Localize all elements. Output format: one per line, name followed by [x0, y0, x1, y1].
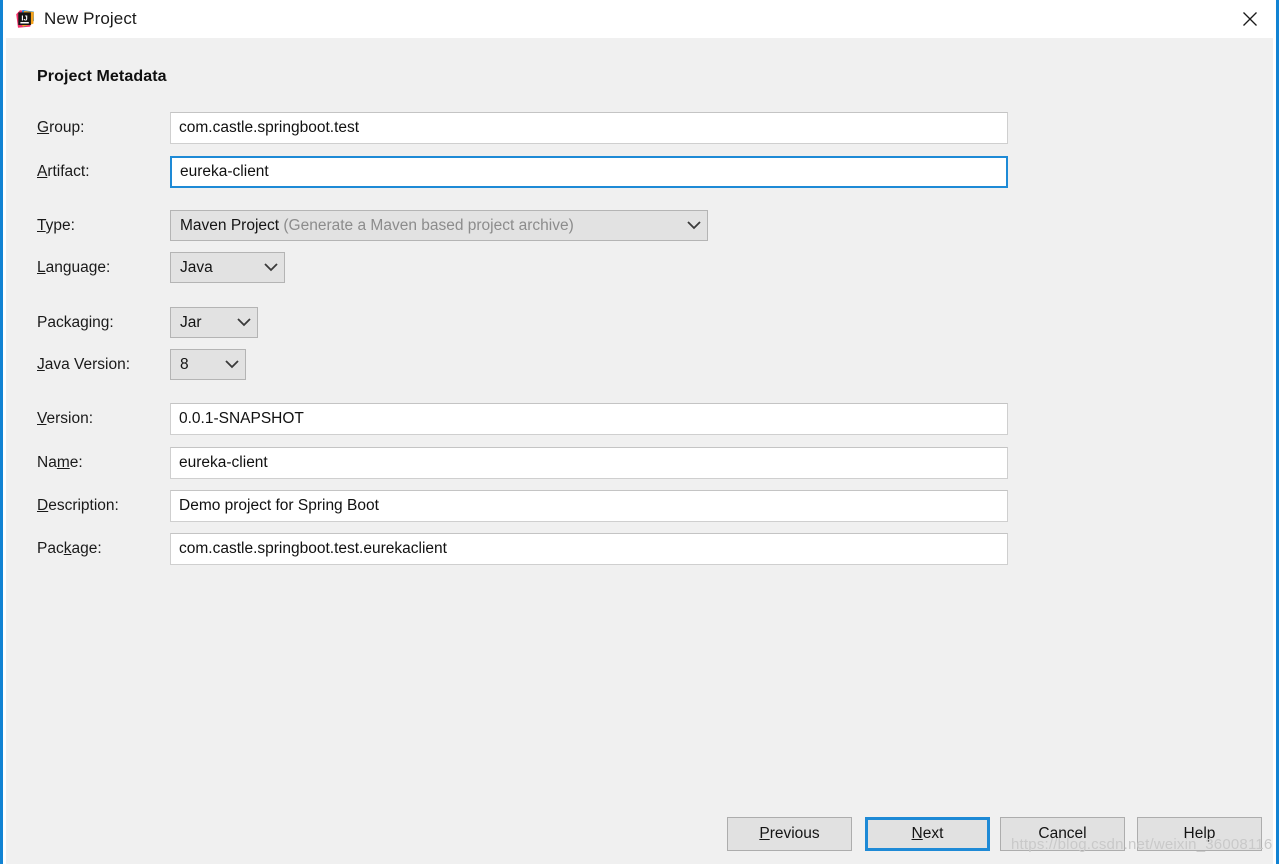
- cancel-button[interactable]: Cancel: [1000, 817, 1125, 851]
- type-combobox-value: Maven Project (Generate a Maven based pr…: [171, 217, 681, 235]
- chevron-down-icon: [219, 360, 245, 369]
- type-combobox-value-main: Maven Project: [180, 216, 280, 234]
- version-label: Version:: [37, 403, 93, 435]
- window-title: New Project: [44, 9, 137, 28]
- artifact-label: Artifact:: [37, 156, 90, 188]
- intellij-idea-logo-icon: IJ: [15, 9, 35, 29]
- artifact-label-rest: rtifact:: [47, 163, 90, 180]
- type-label: Type:: [37, 210, 75, 242]
- previous-button-rest: revious: [769, 825, 820, 842]
- close-icon: [1242, 11, 1258, 27]
- name-label-rest: e:: [69, 454, 83, 471]
- packaging-label-mnemonic: g: [80, 314, 89, 331]
- chevron-down-icon: [681, 221, 707, 230]
- group-input[interactable]: [170, 112, 1008, 144]
- new-project-dialog-window: IJ New Project Project Metadata Group: A…: [0, 0, 1279, 864]
- group-label-rest: roup:: [49, 119, 85, 136]
- version-input[interactable]: [170, 403, 1008, 435]
- next-button-rest: ext: [922, 825, 944, 842]
- next-button[interactable]: Next: [865, 817, 990, 851]
- description-label-rest: escription:: [48, 497, 119, 514]
- description-label: Description:: [37, 490, 119, 522]
- description-label-mnemonic: D: [37, 497, 49, 514]
- chevron-down-icon: [258, 263, 284, 272]
- language-combobox-value: Java: [180, 258, 213, 276]
- packaging-combobox-value: Jar: [180, 313, 202, 331]
- type-label-mnemonic: T: [37, 217, 46, 234]
- page-title: Project Metadata: [37, 68, 167, 85]
- packaging-label-rest: ing:: [88, 314, 114, 331]
- packaging-combobox[interactable]: Jar: [170, 307, 258, 338]
- help-button[interactable]: Help: [1137, 817, 1262, 851]
- dialog-body: Project Metadata Group: Artifact: Type: …: [6, 38, 1273, 864]
- previous-button-label: Previous: [759, 825, 819, 843]
- language-combobox[interactable]: Java: [170, 252, 285, 283]
- svg-text:IJ: IJ: [21, 13, 27, 22]
- type-combobox[interactable]: Maven Project (Generate a Maven based pr…: [170, 210, 708, 241]
- java-version-label-rest: ava Version:: [44, 356, 131, 373]
- language-label-mnemonic: L: [37, 259, 46, 276]
- next-button-label: Next: [912, 825, 944, 843]
- group-label-mnemonic: G: [37, 119, 50, 136]
- artifact-input[interactable]: [170, 156, 1008, 188]
- language-label: Language:: [37, 252, 110, 284]
- type-label-rest: ype:: [45, 217, 75, 234]
- title-bar-left: IJ New Project: [3, 9, 137, 29]
- java-version-combobox[interactable]: 8: [170, 349, 246, 380]
- description-input[interactable]: [170, 490, 1008, 522]
- package-label-pre: Pac: [37, 540, 64, 557]
- artifact-label-mnemonic: A: [37, 163, 48, 180]
- group-label: Group:: [37, 112, 84, 144]
- previous-button-mnemonic: P: [759, 825, 770, 842]
- chevron-down-icon: [231, 318, 257, 327]
- help-button-label: Help: [1183, 825, 1216, 842]
- java-version-combobox-value: 8: [180, 355, 189, 373]
- title-bar: IJ New Project: [3, 0, 1276, 38]
- type-combobox-value-hint: (Generate a Maven based project archive): [283, 216, 574, 234]
- name-input[interactable]: [170, 447, 1008, 479]
- package-input[interactable]: [170, 533, 1008, 565]
- java-version-label: Java Version:: [37, 349, 130, 381]
- previous-button[interactable]: Previous: [727, 817, 852, 851]
- name-label: Name:: [37, 447, 83, 479]
- packaging-label: Packaging:: [37, 307, 114, 339]
- name-label-pre: Na: [37, 454, 57, 471]
- cancel-button-label: Cancel: [1038, 825, 1087, 842]
- name-label-mnemonic: m: [56, 454, 70, 471]
- package-label-rest: age:: [71, 540, 102, 557]
- java-version-label-mnemonic: J: [37, 356, 45, 373]
- next-button-mnemonic: N: [911, 825, 923, 842]
- language-label-rest: anguage:: [45, 259, 111, 276]
- version-label-rest: ersion:: [46, 410, 94, 427]
- package-label: Package:: [37, 533, 102, 565]
- close-button[interactable]: [1227, 0, 1273, 38]
- packaging-label-pre: Packa: [37, 314, 81, 331]
